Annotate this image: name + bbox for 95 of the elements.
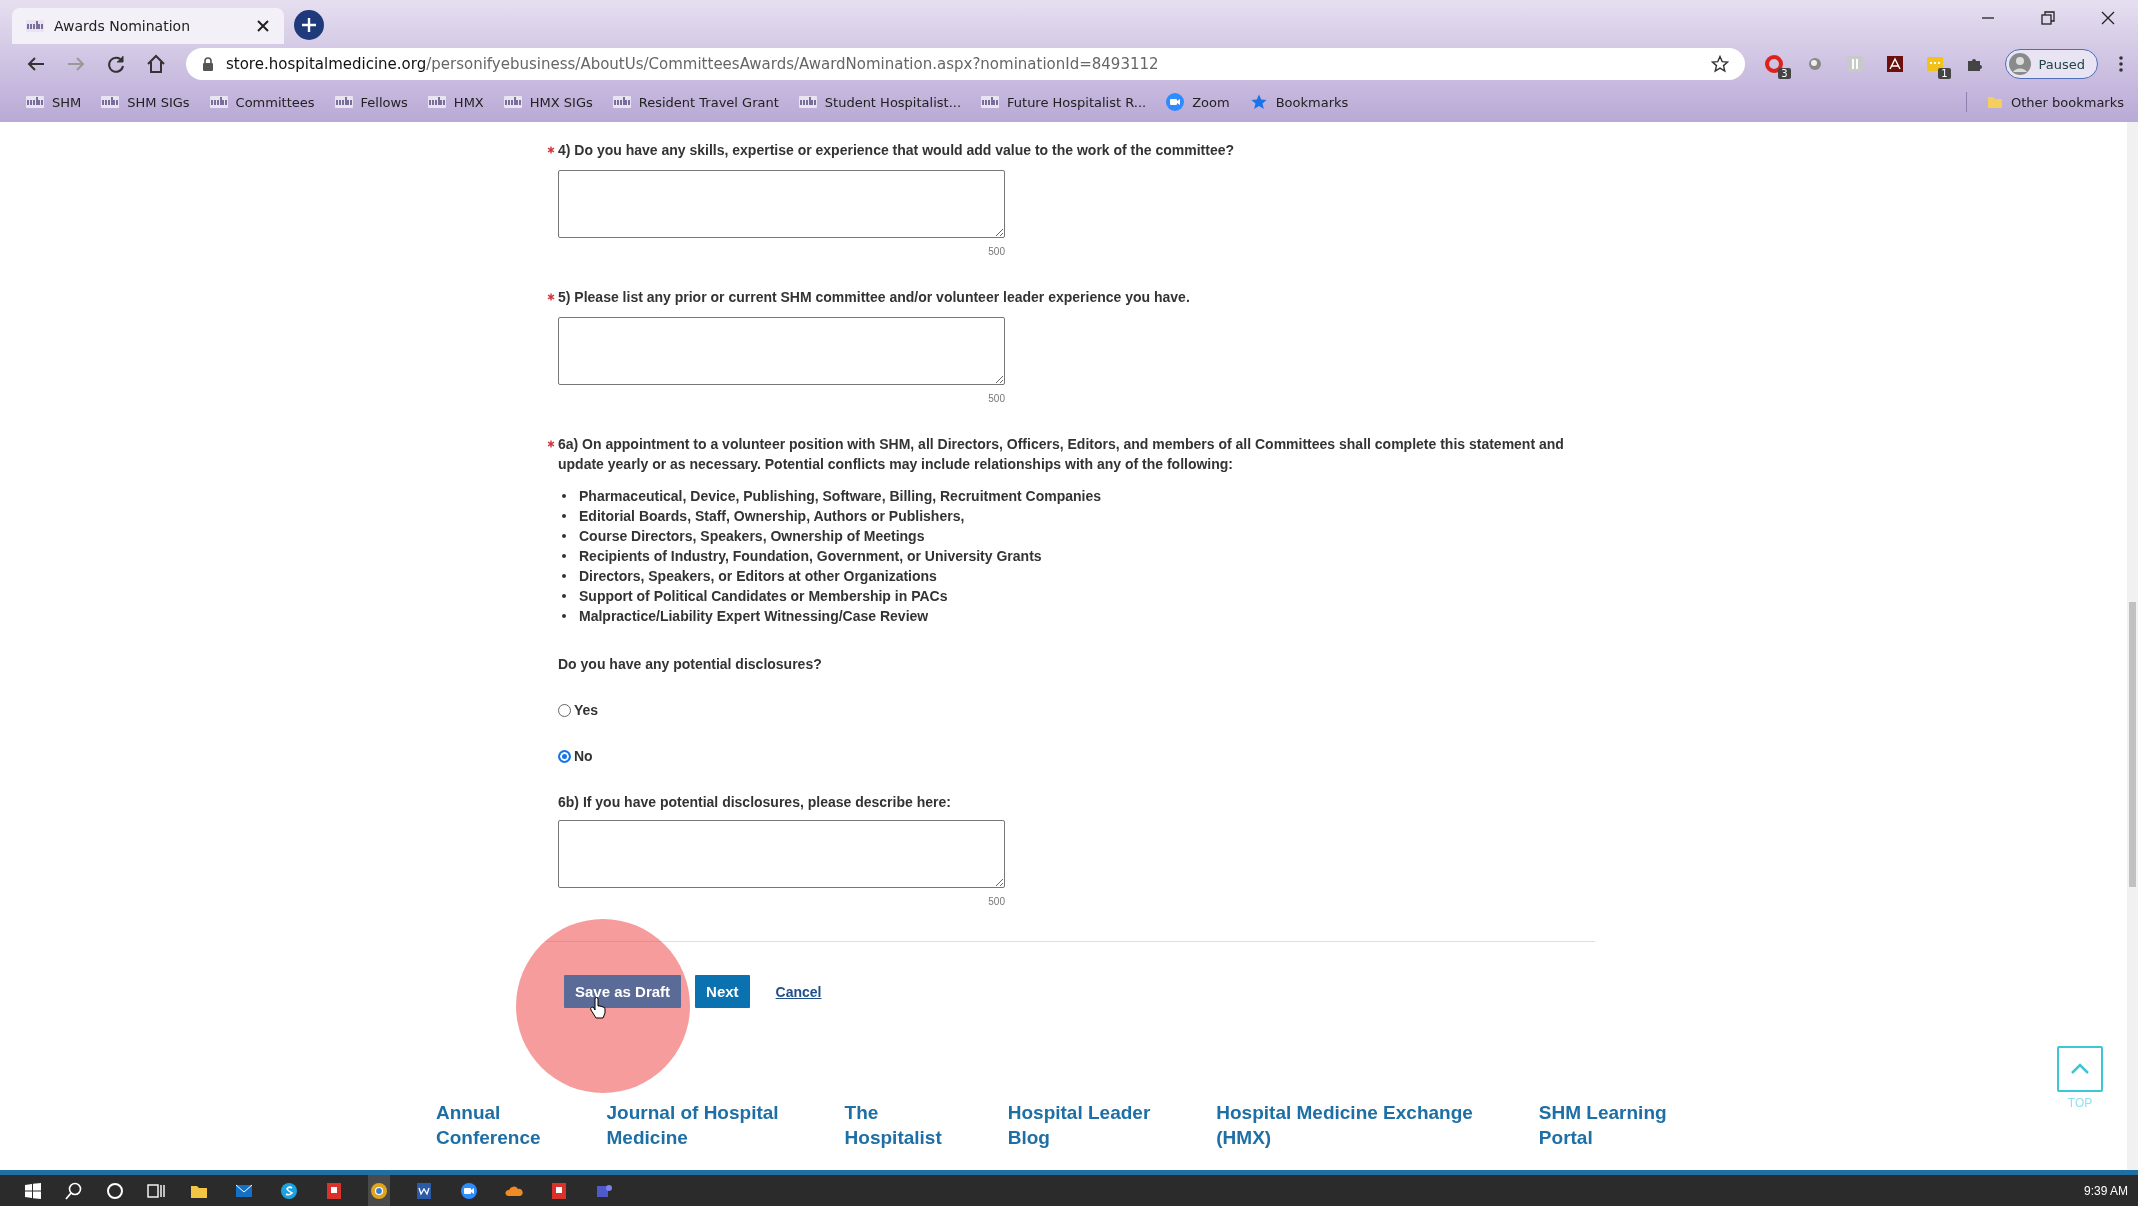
bookmark[interactable]: HMX SIGs [503,94,593,110]
url-text: store.hospitalmedicine.org/personifyebusiness/AboutUs/CommitteesAwards/AwardNomination.aspx?nominationId=8493112 [226,55,1159,73]
footer-link[interactable]: SHM Learning Portal [1538,1100,1667,1150]
document-icon[interactable] [325,1181,343,1200]
character-count: 500 [988,896,1005,907]
bookmark[interactable]: Zoom [1166,93,1230,111]
bookmark[interactable]: Other bookmarks [1987,94,2124,110]
lock-icon [202,57,214,71]
list-item: Recipients of Industry, Foundation, Government, or University Grants [579,547,1042,566]
restore-icon[interactable] [2040,10,2056,26]
site-logo-icon [26,94,44,110]
home-icon[interactable] [146,54,166,74]
new-tab-icon[interactable] [294,10,324,40]
site-logo-icon [334,94,353,110]
hand-cursor-icon [590,997,606,1019]
search-icon[interactable] [65,1181,83,1200]
bullet-icon [562,614,566,618]
star-icon[interactable] [1710,55,1729,73]
radio-option[interactable]: Yes [558,702,599,718]
footer-link[interactable]: Hospital Medicine Exchange (HMX) [1216,1100,1473,1150]
browser-tab[interactable]: Awards Nomination [12,8,284,44]
bullet-icon [562,574,566,578]
list-item: Directors, Speakers, or Editors at other Organizations [579,567,937,586]
bookmark[interactable]: Resident Travel Grant [612,94,779,110]
question-label: 6a) On appointment to a volunteer position with SHM, all Directors, Officers, Editors, and members of all Committees shall complete this statement and update yearly or as necessary. Potential conflicts may include relationships with any of the following: [558,435,1565,474]
scrollbar-thumb[interactable] [2129,602,2136,887]
avatar-icon [2008,53,2031,75]
count-badge: 1 [1938,68,1951,79]
site-logo-icon [427,94,446,110]
footer-link[interactable]: Hospital Leader Blog [1007,1100,1151,1150]
list-item: Course Directors, Speakers, Ownership of Meetings [579,527,925,546]
camera-icon[interactable] [460,1181,478,1200]
close-icon[interactable] [256,19,270,33]
question-label: 5) Please list any prior or current SHM committee and/or volunteer leader experience you have. [558,288,1191,307]
profile-button[interactable]: Paused [2004,49,2098,79]
footer-link[interactable]: The Hospitalist [844,1100,942,1150]
close-icon[interactable] [2100,10,2116,26]
bookmark[interactable]: SHM [26,94,82,110]
radio-button[interactable] [558,703,571,717]
bullet-icon [562,514,566,518]
character-count: 500 [988,246,1005,257]
bookmark[interactable]: Student Hospitalist... [798,94,962,110]
list-item: Pharmaceutical, Device, Publishing, Software, Billing, Recruitment Companies [579,487,1102,506]
radio-button[interactable] [558,749,571,763]
folder-icon [1987,95,2003,109]
clock-text: 9:39 AM [2083,1183,2128,1198]
bullet-icon [562,554,566,558]
bookmark[interactable]: Fellows [334,94,408,110]
next-button[interactable]: Next [695,975,750,1008]
question-label: 4) Do you have any skills, expertise or experience that would add value to the work of the committee? [558,141,1236,160]
radio-option[interactable]: No [558,748,593,764]
question-label: 6b) If you have potential disclosures, please describe here: [558,794,952,810]
site-logo-icon [503,94,522,110]
task-view-icon[interactable] [147,1181,165,1200]
circle-icon[interactable] [106,1181,124,1200]
star-icon [1249,93,1268,111]
document-icon[interactable] [1884,54,1905,74]
reload-icon[interactable] [106,54,126,74]
bookmark[interactable]: Bookmarks [1249,93,1349,111]
camera-icon [1166,93,1185,111]
windows-logo-icon[interactable] [24,1181,42,1200]
footer-link[interactable]: Journal of Hospital Medicine [606,1100,779,1150]
bullet-icon [562,594,566,598]
text-area[interactable] [558,170,1005,238]
document-icon[interactable] [550,1181,568,1200]
document-icon[interactable] [415,1181,433,1200]
bullet-icon [562,534,566,538]
bookmark[interactable]: Committees [209,94,315,110]
count-badge: 3 [1778,68,1791,79]
site-logo-icon [101,94,120,110]
bookmark[interactable]: Future Hospitalist R... [981,94,1147,110]
site-logo-icon [981,94,1000,110]
question-label: Do you have any potential disclosures? [558,656,823,672]
site-logo-icon [26,18,44,34]
save-draft-button[interactable]: Save as Draft [564,975,682,1008]
list-item: Malpractice/Liability Expert Witnessing/Case Review [579,607,929,626]
text-area[interactable] [558,317,1005,385]
site-logo-icon [798,94,817,110]
site-logo-icon [612,94,631,110]
text-area[interactable] [558,820,1005,888]
cancel-link[interactable]: Cancel [775,983,822,1000]
site-logo-icon [209,94,228,110]
bookmark[interactable]: SHM SIGs [101,94,190,110]
chevron-up-icon [2070,1063,2090,1075]
bullet-icon [562,494,566,498]
list-item: Editorial Boards, Staff, Ownership, Authors or Publishers, [579,507,965,526]
character-count: 500 [988,393,1005,404]
scrollbar[interactable] [2127,122,2138,1170]
address-bar[interactable]: store.hospitalmedicine.org/personifyebusiness/AboutUs/CommitteesAwards/AwardNomination.aspx?nominationId=8493112 [186,48,1745,80]
tile-icon[interactable] [1844,54,1865,74]
footer-link[interactable]: Annual Conference [436,1100,541,1150]
tab-title: Awards Nomination [54,18,191,34]
more-options-icon[interactable] [2118,55,2124,73]
bookmark[interactable]: HMX [427,94,484,110]
list-item: Support of Political Candidates or Membership in PACs [579,587,948,606]
